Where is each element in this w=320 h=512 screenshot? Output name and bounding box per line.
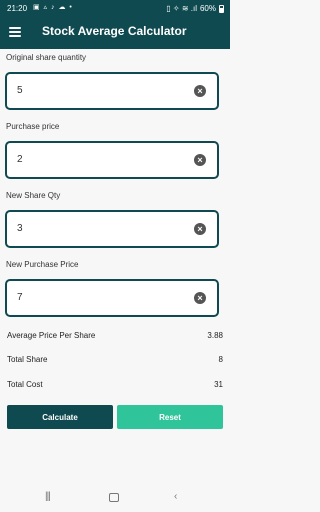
battery-icon [219, 4, 224, 13]
result-label: Total Share [7, 355, 48, 364]
result-value: 3.88 [207, 331, 223, 340]
recent-apps-icon[interactable]: ||| [45, 491, 51, 502]
clear-icon[interactable]: × [194, 154, 206, 166]
home-icon[interactable] [109, 493, 119, 502]
menu-icon[interactable] [9, 27, 21, 37]
clear-icon[interactable]: × [194, 292, 206, 304]
calculate-button[interactable]: Calculate [7, 405, 113, 429]
result-label: Average Price Per Share [7, 331, 96, 340]
signal-icons: ▯ ✧ ≋ .ıl [166, 4, 197, 13]
new-purchase-price-label: New Purchase Price [6, 260, 79, 269]
clear-icon[interactable]: × [194, 223, 206, 235]
back-icon[interactable]: ‹ [174, 491, 177, 502]
notification-icons: ▣ ▵ ♪ ☁ • [33, 4, 73, 11]
system-nav-bar: ||| ‹ [0, 484, 230, 512]
new-share-qty-value[interactable]: 3 [17, 223, 23, 234]
new-purchase-price-value[interactable]: 7 [17, 292, 23, 303]
status-bar: 21:20 ▣ ▵ ♪ ☁ • ▯ ✧ ≋ .ıl 60% [0, 0, 230, 16]
status-time: 21:20 [7, 4, 28, 13]
clear-icon[interactable]: × [194, 85, 206, 97]
result-value: 31 [214, 380, 223, 389]
purchase-price-label: Purchase price [6, 122, 60, 131]
new-share-qty-field[interactable]: 3 × [5, 210, 219, 248]
original-qty-field[interactable]: 5 × [5, 72, 219, 110]
new-share-qty-label: New Share Qty [6, 191, 61, 200]
battery-percent: 60% [199, 4, 216, 13]
original-qty-value[interactable]: 5 [17, 85, 23, 96]
result-value: 8 [218, 355, 223, 364]
app-bar: 21:20 ▣ ▵ ♪ ☁ • ▯ ✧ ≋ .ıl 60% Stock Aver… [0, 0, 230, 49]
purchase-price-value[interactable]: 2 [17, 154, 23, 165]
new-purchase-price-field[interactable]: 7 × [5, 279, 219, 317]
reset-button[interactable]: Reset [117, 405, 223, 429]
result-label: Total Cost [7, 380, 43, 389]
app-title: Stock Average Calculator [42, 24, 187, 38]
original-qty-label: Original share quantity [6, 53, 87, 62]
status-right: ▯ ✧ ≋ .ıl 60% [166, 4, 224, 13]
purchase-price-field[interactable]: 2 × [5, 141, 219, 179]
